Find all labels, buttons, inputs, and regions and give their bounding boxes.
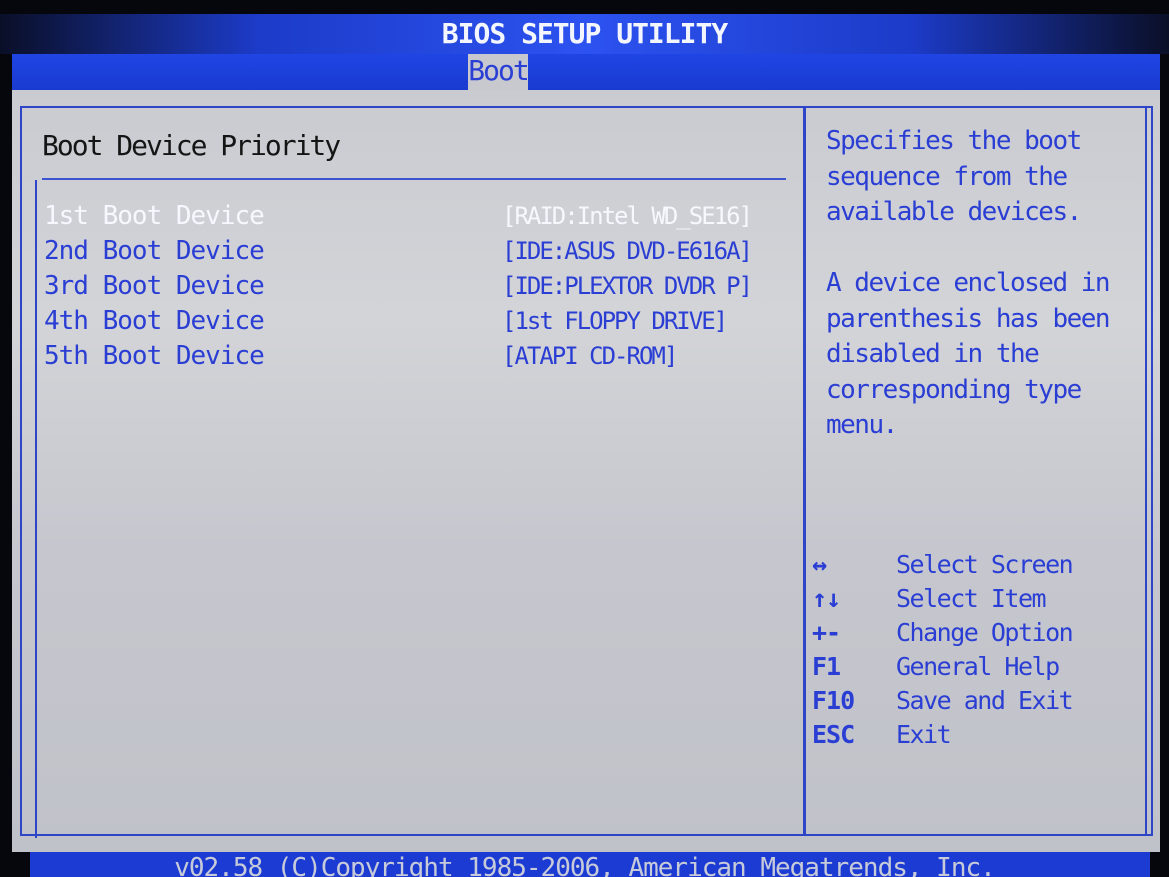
key-hint-label: Exit [896, 720, 952, 749]
key-hint-label: Select Screen [896, 550, 1074, 579]
help-line: Specifies the boot [826, 126, 1082, 156]
boot-device-value[interactable]: [RAID:Intel WD_SE16] [502, 199, 782, 233]
app-title: BIOS SETUP UTILITY [441, 17, 728, 50]
key-hint-select-screen: ↔ Select Screen [812, 548, 1142, 582]
help-line: parenthesis has been [826, 303, 1111, 334]
boot-device-value[interactable]: [1st FLOPPY DRIVE] [502, 304, 782, 338]
left-right-arrow-icon: ↔ [812, 550, 827, 579]
menu-bar [12, 54, 1160, 90]
plus-minus-icon: +- [812, 618, 841, 647]
key-f10: F10 [812, 686, 855, 715]
boot-device-3-row[interactable]: 3rd Boot Device [IDE:PLEXTOR DVDR P] [44, 269, 784, 303]
key-f1: F1 [812, 652, 841, 681]
key-esc: ESC [812, 720, 855, 749]
key-hint-exit: ESC Exit [812, 718, 1142, 752]
boot-device-label: 3rd Boot Device [44, 271, 265, 301]
key-hint-select-item: ↑↓ Select Item [812, 582, 1142, 616]
key-hint-label: Save and Exit [896, 686, 1074, 715]
boot-device-label: 1st Boot Device [44, 201, 265, 231]
panel-divider [803, 106, 806, 836]
boot-device-1-row[interactable]: 1st Boot Device [RAID:Intel WD_SE16] [44, 199, 784, 233]
right-border [1145, 106, 1147, 836]
help-line: corresponding type [826, 374, 1082, 405]
key-hint-change-option: +- Change Option [812, 616, 1142, 650]
key-hint-label: Select Item [896, 584, 1047, 613]
boot-device-value[interactable]: [ATAPI CD-ROM] [502, 339, 782, 373]
boot-device-label: 4th Boot Device [44, 306, 265, 336]
key-hint-label: General Help [896, 652, 1060, 681]
help-line: available devices. [826, 197, 1082, 227]
help-line: menu. [826, 410, 898, 440]
copyright-text: v02.58 (C)Copyright 1985-2006, American … [174, 853, 996, 877]
boot-device-5-row[interactable]: 5th Boot Device [ATAPI CD-ROM] [44, 339, 784, 373]
help-line: sequence from the [826, 161, 1068, 192]
tab-boot[interactable]: Boot [468, 54, 530, 90]
key-hint-general-help: F1 General Help [812, 650, 1142, 684]
boot-device-2-row[interactable]: 2nd Boot Device [IDE:ASUS DVD-E616A] [44, 234, 784, 268]
up-down-arrow-icon: ↑↓ [812, 584, 841, 613]
boot-device-4-row[interactable]: 4th Boot Device [1st FLOPPY DRIVE] [44, 304, 784, 338]
section-divider [42, 178, 786, 180]
section-title: Boot Device Priority [42, 129, 341, 162]
bios-screen: BIOS SETUP UTILITY Boot Boot Device Prio… [0, 0, 1169, 877]
help-line: ​ [826, 231, 1136, 267]
boot-device-value[interactable]: [IDE:ASUS DVD-E616A] [502, 234, 782, 268]
help-description: Specifies the boot sequence from the ava… [826, 124, 1136, 444]
help-line: A device enclosed in [826, 268, 1111, 298]
key-hint-save-exit: F10 Save and Exit [812, 684, 1142, 718]
boot-device-label: 2nd Boot Device [44, 236, 265, 266]
key-hint-label: Change Option [896, 618, 1074, 647]
left-border [35, 180, 37, 838]
boot-device-label: 5th Boot Device [44, 341, 265, 371]
boot-device-value[interactable]: [IDE:PLEXTOR DVDR P] [502, 269, 782, 303]
help-line: disabled in the [826, 339, 1040, 369]
